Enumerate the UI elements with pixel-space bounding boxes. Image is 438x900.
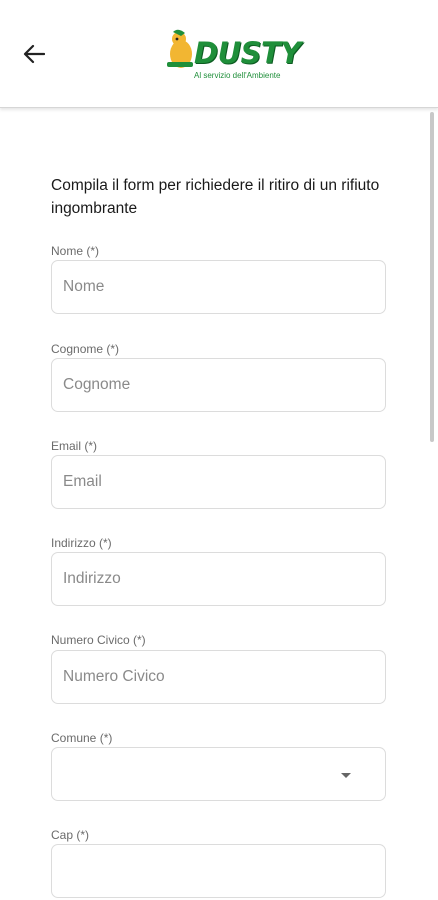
cap-input[interactable] [52, 845, 385, 897]
email-label: Email (*) [51, 439, 98, 453]
dusty-logo: DUSTY Al servizio dell'Ambiente [164, 28, 308, 84]
form-intro: Compila il form per richiedere il ritiro… [51, 177, 380, 217]
numero-civico-label: Numero Civico (*) [51, 633, 146, 647]
indirizzo-field[interactable] [51, 552, 386, 606]
scrollbar[interactable] [430, 112, 434, 442]
logo-tagline: Al servizio dell'Ambiente [194, 71, 281, 80]
app-header: DUSTY Al servizio dell'Ambiente [0, 0, 438, 108]
arrow-left-icon [23, 44, 45, 64]
back-button[interactable] [14, 38, 54, 70]
cap-field[interactable] [51, 844, 386, 898]
logo-text: DUSTY [194, 36, 301, 70]
cognome-label: Cognome (*) [51, 342, 120, 356]
mascot-icon [167, 29, 193, 68]
cap-label: Cap (*) [51, 828, 90, 842]
comune-label: Comune (*) [51, 731, 113, 745]
email-input[interactable] [52, 456, 385, 508]
comune-select[interactable] [51, 747, 386, 801]
numero-civico-input[interactable] [52, 651, 385, 703]
numero-civico-field[interactable] [51, 650, 386, 704]
nome-input[interactable] [52, 261, 385, 313]
cognome-input[interactable] [52, 359, 385, 411]
email-field[interactable] [51, 455, 386, 509]
cognome-field[interactable] [51, 358, 386, 412]
nome-label: Nome (*) [51, 244, 100, 258]
triangle-down-icon[interactable] [341, 773, 351, 778]
nome-field[interactable] [51, 260, 386, 314]
indirizzo-label: Indirizzo (*) [51, 536, 112, 550]
indirizzo-input[interactable] [52, 553, 385, 605]
